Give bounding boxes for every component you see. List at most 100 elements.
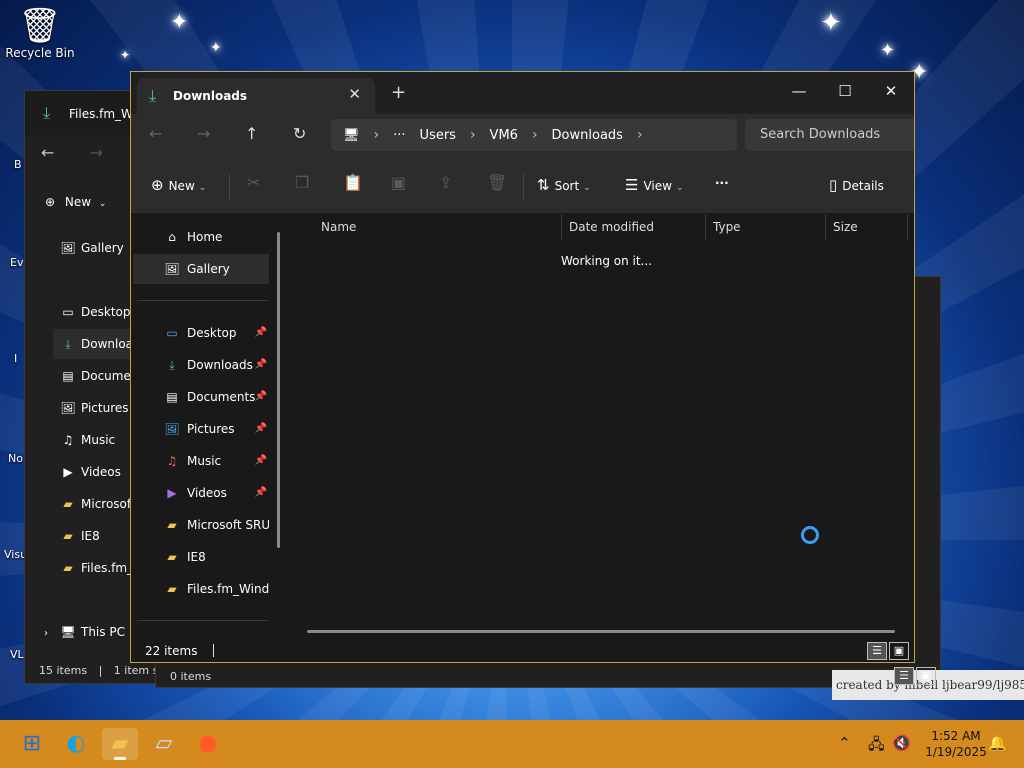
column-separator[interactable] bbox=[705, 214, 706, 240]
file-explorer-taskbar-icon[interactable]: ▰ bbox=[102, 728, 138, 760]
notification-bell-icon[interactable]: 🔔 bbox=[988, 734, 1007, 752]
rename-icon[interactable]: ▣ bbox=[391, 173, 406, 192]
forward-arrow-icon[interactable]: → bbox=[90, 143, 103, 162]
cut-icon[interactable]: ✂ bbox=[247, 173, 260, 192]
tiles-view-icon[interactable]: ▣ bbox=[916, 667, 936, 685]
nav-documents[interactable]: ▤ Documents 📌 bbox=[133, 382, 269, 412]
title-bar[interactable]: ⤓ Downloads ✕ + — ☐ ✕ bbox=[131, 72, 914, 114]
breadcrumb-vm6[interactable]: VM6 bbox=[490, 128, 518, 143]
column-header-name[interactable]: Name bbox=[321, 220, 356, 234]
nav-videos[interactable]: ▶ Videos 📌 bbox=[133, 478, 269, 508]
tiles-view-icon[interactable]: ▣ bbox=[889, 642, 909, 660]
share-icon[interactable]: ⇪ bbox=[439, 173, 452, 192]
desktop-icon-label[interactable]: VL bbox=[10, 648, 24, 661]
desktop-icon-label[interactable]: I bbox=[14, 352, 17, 365]
nav-scrollbar[interactable] bbox=[277, 232, 280, 548]
column-header-date[interactable]: Date modified bbox=[569, 220, 654, 234]
tab-downloads[interactable]: ⤓ Downloads ✕ bbox=[137, 78, 375, 114]
back-arrow-icon[interactable]: ← bbox=[149, 124, 162, 143]
horizontal-scrollbar[interactable] bbox=[307, 630, 895, 633]
pin-icon[interactable]: 📌 bbox=[255, 414, 267, 444]
details-button[interactable]: ▯ Details bbox=[829, 176, 884, 194]
command-bar: ⊕ New ⌄ ✂ ❐ 📋 ▣ ⇪ 🗑 ⇅ Sort ⌄ ☰ View ⌄ ··· ▯ Det… bbox=[131, 158, 914, 214]
nav-pictures[interactable]: 🖼 Pictures 📌 bbox=[133, 414, 269, 444]
file-explorer-window[interactable]: ⤓ Downloads ✕ + — ☐ ✕ ← → ↑ ↻ 🖥 › ··· Us… bbox=[130, 71, 915, 663]
pin-icon[interactable]: 📌 bbox=[255, 382, 267, 412]
nav-folder-microsoft[interactable]: ▰Microsoft SRUpd bbox=[133, 510, 269, 540]
nav-folder-filesfm[interactable]: ▰Files.fm_Window bbox=[133, 574, 269, 604]
details-view-icon[interactable]: ☰ bbox=[867, 642, 887, 660]
network-icon[interactable]: 🖧 bbox=[868, 734, 885, 759]
desktop-icon-label[interactable]: B bbox=[14, 158, 22, 171]
maximize-icon[interactable]: ☐ bbox=[822, 76, 868, 106]
notepad-app-icon[interactable]: ▱ bbox=[146, 728, 182, 760]
column-separator[interactable] bbox=[825, 214, 826, 240]
bg-nav-this-pc[interactable]: › 🖥 This PC bbox=[37, 617, 141, 647]
column-header-type[interactable]: Type bbox=[713, 220, 741, 234]
view-button[interactable]: ☰ View ⌄ bbox=[625, 176, 683, 194]
column-separator[interactable] bbox=[561, 214, 562, 240]
folder-icon: ▰ bbox=[167, 550, 177, 564]
tab-title: Downloads bbox=[173, 89, 248, 103]
status-bar: 22 items ☰ ▣ bbox=[131, 638, 914, 662]
breadcrumb-users[interactable]: Users bbox=[420, 128, 456, 143]
new-tab-icon[interactable]: + bbox=[391, 82, 406, 103]
volume-muted-icon[interactable]: 🔇 bbox=[892, 734, 911, 752]
chevron-right-icon[interactable]: › bbox=[637, 127, 643, 143]
nav-desktop[interactable]: ▭ Desktop 📌 bbox=[133, 318, 269, 348]
search-input[interactable]: Search Downloads bbox=[745, 119, 914, 151]
address-bar[interactable]: 🖥 › ··· Users › VM6 › Downloads › bbox=[331, 119, 737, 151]
tab-close-icon[interactable]: ✕ bbox=[348, 85, 361, 103]
documents-icon: ▤ bbox=[62, 369, 74, 383]
nav-music[interactable]: ♫ Music 📌 bbox=[133, 446, 269, 476]
desktop-icon: ▭ bbox=[166, 326, 178, 340]
new-button[interactable]: ⊕ New ⌄ bbox=[151, 176, 206, 194]
pin-icon[interactable]: 📌 bbox=[255, 318, 267, 348]
music-icon: ♫ bbox=[166, 454, 178, 468]
sparkle-decoration: ✦ bbox=[820, 8, 842, 38]
bg-new-button[interactable]: ⊕ New ⌄ bbox=[45, 195, 106, 209]
plus-circle-icon: ⊕ bbox=[45, 195, 56, 209]
bg-window-nav: ← → bbox=[41, 143, 103, 162]
firefox-browser-icon[interactable]: ● bbox=[190, 728, 226, 760]
column-header-size[interactable]: Size bbox=[833, 220, 858, 234]
sparkle-decoration: ✦ bbox=[120, 48, 131, 62]
system-clock[interactable]: 1:52 AM 1/19/2025 bbox=[918, 728, 994, 760]
file-list-area[interactable]: Name Date modified Type Size Working on … bbox=[289, 214, 914, 634]
delete-icon[interactable]: 🗑 bbox=[487, 173, 507, 192]
more-options-button[interactable]: ··· bbox=[715, 176, 729, 190]
recycle-bin-desktop-icon[interactable]: 🗑 Recycle Bin bbox=[2, 6, 78, 60]
refresh-icon[interactable]: ↻ bbox=[293, 124, 306, 143]
chevron-down-icon: ⌄ bbox=[198, 183, 207, 193]
nav-downloads[interactable]: ⤓ Downloads 📌 bbox=[133, 350, 269, 380]
toolbar-divider bbox=[523, 174, 524, 200]
chevron-up-icon[interactable]: ⌃ bbox=[838, 734, 851, 752]
up-arrow-icon[interactable]: ↑ bbox=[245, 124, 258, 143]
pin-icon[interactable]: 📌 bbox=[255, 478, 267, 508]
close-window-icon[interactable]: ✕ bbox=[868, 76, 914, 106]
chevron-down-icon: ⌄ bbox=[98, 199, 107, 209]
desktop-icon-label[interactable]: No bbox=[8, 452, 23, 465]
pin-icon[interactable]: 📌 bbox=[255, 446, 267, 476]
copy-icon[interactable]: ❐ bbox=[295, 173, 309, 192]
column-separator[interactable] bbox=[907, 214, 908, 240]
nav-gallery[interactable]: 🖼 Gallery bbox=[133, 254, 269, 284]
breadcrumb-overflow[interactable]: ··· bbox=[393, 128, 405, 143]
folder-icon: ▰ bbox=[167, 582, 177, 596]
sparkle-decoration: ✦ bbox=[210, 40, 222, 56]
sort-button[interactable]: ⇅ Sort ⌄ bbox=[537, 176, 591, 194]
start-windows-icon[interactable]: ⊞ bbox=[14, 728, 50, 760]
nav-folder-ie8[interactable]: ▰ IE8 bbox=[133, 542, 269, 572]
breadcrumb-downloads[interactable]: Downloads bbox=[552, 128, 623, 143]
forward-arrow-icon[interactable]: → bbox=[197, 124, 210, 143]
details-view-icon[interactable]: ☰ bbox=[894, 667, 914, 685]
nav-home[interactable]: ⌂ Home bbox=[133, 222, 269, 252]
desktop-icon-label[interactable]: Ev bbox=[10, 256, 23, 269]
minimize-icon[interactable]: — bbox=[776, 76, 822, 106]
sort-icon: ⇅ bbox=[537, 176, 550, 194]
nav-divider bbox=[137, 620, 267, 621]
pin-icon[interactable]: 📌 bbox=[255, 350, 267, 380]
paste-icon[interactable]: 📋 bbox=[343, 173, 363, 192]
edge-browser-icon[interactable]: ◐ bbox=[58, 728, 94, 760]
back-arrow-icon[interactable]: ← bbox=[41, 143, 54, 162]
